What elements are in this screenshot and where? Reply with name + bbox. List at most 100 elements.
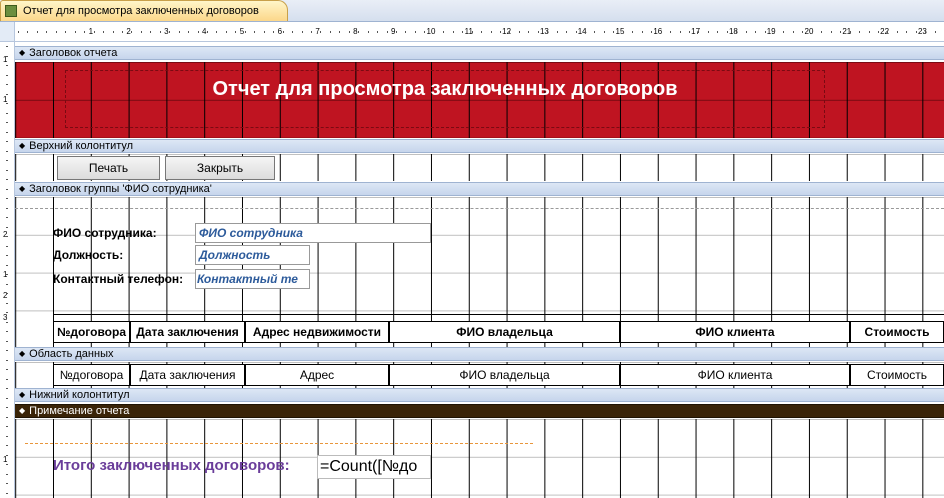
ruler-tick (169, 31, 171, 33)
detail-field-owner[interactable]: ФИО владельца (389, 364, 620, 386)
detail-field-client[interactable]: ФИО клиента (620, 364, 850, 386)
ruler-tick (660, 31, 662, 33)
column-header-client[interactable]: ФИО клиента (620, 321, 850, 343)
ruler-tick (178, 31, 180, 33)
ruler-tick (159, 31, 161, 33)
ruler-tick (859, 31, 861, 33)
ruler-tick (896, 31, 898, 33)
ruler-tick (925, 31, 927, 33)
ruler-tick (509, 31, 511, 33)
ruler-tick (263, 31, 265, 33)
column-header-address[interactable]: Адрес недвижимости (245, 321, 389, 343)
phone-label[interactable]: Контактный телефон: (53, 272, 195, 290)
ruler-tick (140, 31, 142, 33)
ruler-tick (736, 31, 738, 33)
detail-field-address[interactable]: Адрес (245, 364, 389, 386)
ruler-tick (906, 31, 908, 33)
ruler-corner[interactable] (0, 22, 15, 42)
ruler-tick (225, 31, 227, 33)
header-line (53, 314, 944, 315)
column-header-contract-no[interactable]: №договора (53, 321, 130, 343)
ruler-tick (301, 31, 303, 33)
ruler-tick (452, 31, 454, 33)
ruler-tick (707, 31, 709, 33)
ruler-number: 4 (201, 27, 207, 36)
ruler-tick (537, 31, 539, 33)
ruler-tick (566, 31, 568, 33)
detail-area: №договора Дата заключения Адрес ФИО влад… (15, 362, 944, 389)
column-header-owner[interactable]: ФИО владельца (389, 321, 620, 343)
ruler-tick (745, 31, 747, 33)
position-label[interactable]: Должность: (53, 248, 133, 266)
ruler-tick (396, 31, 397, 33)
ruler-tick (405, 31, 407, 33)
ruler-tick (367, 31, 369, 33)
ruler-tick (121, 31, 123, 33)
column-header-cost[interactable]: Стоимость (850, 321, 944, 343)
report-title[interactable]: Отчет для просмотра заключенных договоро… (65, 76, 825, 102)
ruler-tick (849, 31, 851, 33)
section-bar-report-footer[interactable]: ◆ Примечание отчета (15, 404, 944, 418)
ruler-tick (6, 217, 8, 218)
ruler-tick (6, 188, 8, 190)
ruler-tick (6, 416, 8, 418)
orange-guide-line (25, 443, 533, 444)
ruler-tick (6, 283, 8, 285)
ruler-tick (6, 454, 8, 456)
ruler-number: 2 (3, 230, 8, 239)
ruler-tick (679, 31, 681, 33)
ruler-number: 6 (277, 27, 283, 36)
ruler-tick (358, 31, 360, 33)
ruler-tick (6, 150, 8, 152)
ruler-tick (6, 350, 8, 351)
ruler-number: 9 (390, 27, 396, 36)
detail-field-cost[interactable]: Стоимость (850, 364, 944, 386)
ruler-tick (868, 31, 870, 33)
ruler-tick (6, 245, 8, 247)
section-bar-page-footer[interactable]: ◆ Нижний колонтитул (15, 388, 944, 402)
ruler-tick (6, 331, 8, 332)
total-label[interactable]: Итого заключенных договоров: (53, 457, 313, 477)
section-label: Область данных (29, 348, 114, 360)
ruler-tick (6, 46, 8, 47)
employee-field[interactable]: ФИО сотрудника (195, 223, 431, 243)
ruler-tick (282, 31, 284, 33)
total-expression-field[interactable]: =Count([№до (317, 455, 431, 479)
guide-line (15, 208, 944, 209)
section-bar-page-header[interactable]: ◆ Верхний колонтитул (15, 139, 944, 153)
section-arrow-icon: ◆ (19, 406, 26, 415)
ruler-tick (594, 31, 596, 33)
employee-label[interactable]: ФИО сотрудника: (53, 226, 183, 244)
ruler-tick (6, 369, 8, 370)
ruler-tick (273, 31, 275, 33)
detail-field-date[interactable]: Дата заключения (130, 364, 245, 386)
ruler-tick (65, 31, 67, 33)
ruler-tick (688, 31, 690, 33)
ruler-tick (6, 359, 8, 361)
ruler-tick (6, 426, 8, 427)
section-bar-detail[interactable]: ◆ Область данных (15, 347, 944, 361)
ruler-tick (18, 31, 19, 33)
column-header-date[interactable]: Дата заключения (130, 321, 245, 343)
ruler-tick (235, 31, 237, 33)
section-arrow-icon: ◆ (19, 48, 26, 57)
report-tab[interactable]: Отчет для просмотра заключенных договоро… (0, 0, 288, 21)
phone-field[interactable]: Контактный те (195, 269, 310, 289)
ruler-tick (339, 31, 341, 33)
ruler-tick (6, 274, 8, 275)
ruler-tick (6, 141, 8, 142)
close-button[interactable]: Закрыть (165, 156, 275, 180)
ruler-tick (6, 84, 8, 85)
ruler-tick (6, 207, 8, 209)
detail-field-contract-no[interactable]: №договора (53, 364, 130, 386)
ruler-tick (36, 31, 38, 33)
ruler-tick (329, 31, 331, 33)
position-field[interactable]: Должность (195, 245, 310, 265)
section-bar-report-header[interactable]: ◆ Заголовок отчета (15, 46, 944, 60)
print-button[interactable]: Печать (57, 156, 160, 180)
section-arrow-icon: ◆ (19, 390, 26, 399)
ruler-tick (6, 321, 8, 323)
ruler-tick (915, 31, 917, 33)
section-bar-group-header[interactable]: ◆ Заголовок группы 'ФИО сотрудника' (15, 182, 944, 196)
section-label: Примечание отчета (29, 405, 130, 417)
